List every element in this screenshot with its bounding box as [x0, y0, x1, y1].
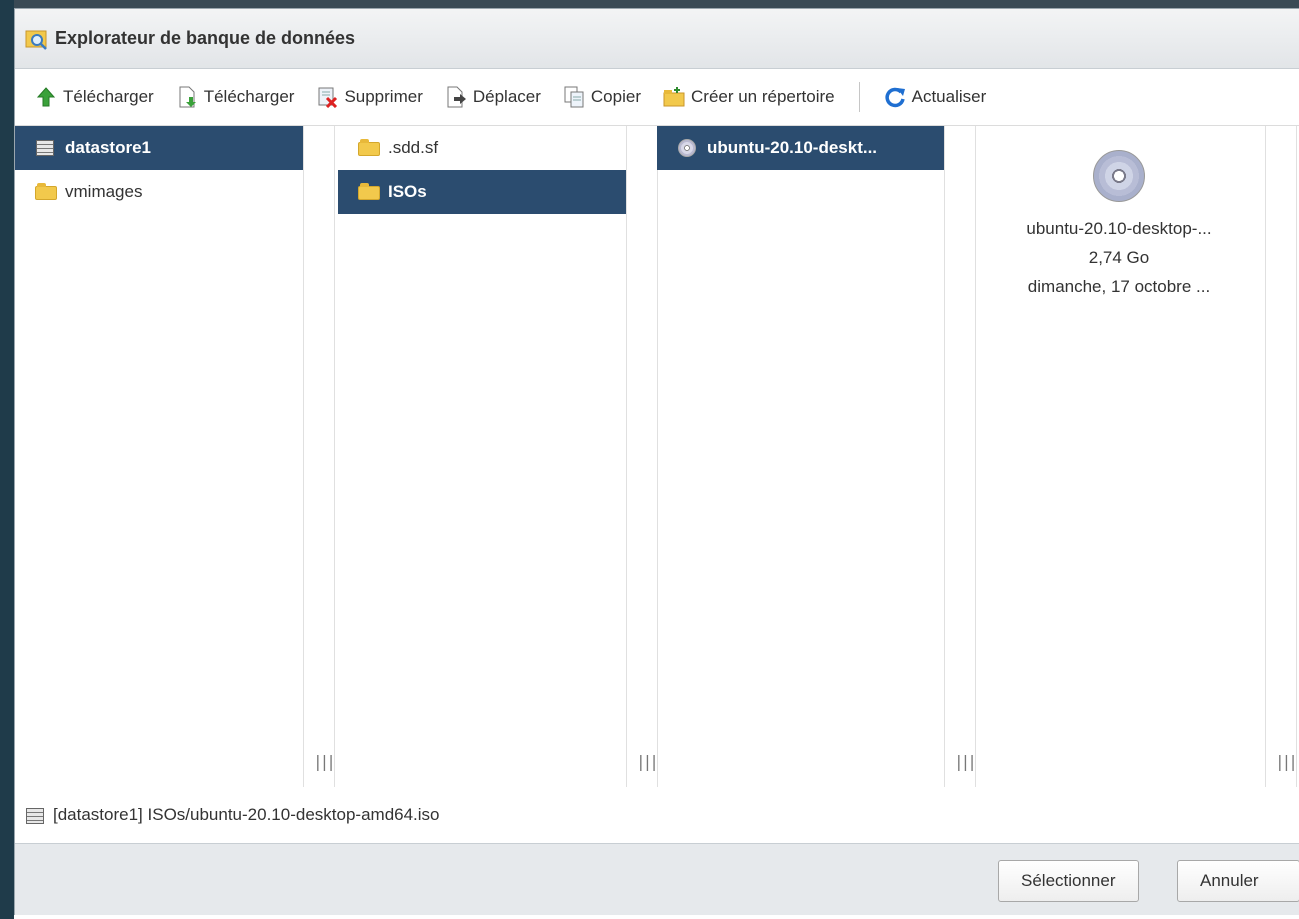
list-item[interactable]: ubuntu-20.10-deskt... [657, 126, 945, 170]
list-item-label: ISOs [388, 182, 427, 201]
column-resize-handle[interactable]: ||| [303, 126, 336, 787]
create-directory-label: Créer un répertoire [691, 87, 835, 106]
cancel-button[interactable]: Annuler [1177, 860, 1299, 902]
dialog-footer: Sélectionner Annuler [15, 844, 1299, 915]
list-item-label: datastore1 [65, 138, 151, 157]
dialog-titlebar: Explorateur de banque de données [15, 9, 1299, 69]
list-item-label: .sdd.sf [388, 138, 439, 157]
folders-column: .sdd.sf ISOs [334, 126, 626, 787]
list-item[interactable]: .sdd.sf [338, 126, 626, 170]
move-button[interactable]: Déplacer [445, 82, 541, 112]
selected-path: [datastore1] ISOs/ubuntu-20.10-desktop-a… [53, 805, 440, 824]
folder-icon [35, 183, 57, 201]
upload-button[interactable]: Télécharger [35, 82, 154, 112]
upload-label: Télécharger [63, 87, 154, 106]
copy-button[interactable]: Copier [563, 82, 641, 112]
resize-grip-icon: ||| [1275, 752, 1298, 771]
download-file-icon [176, 86, 198, 108]
resize-grip-icon: ||| [636, 752, 659, 771]
list-item-label: vmimages [65, 182, 143, 201]
datastore-icon [35, 139, 57, 157]
datastores-column: datastore1 vmimages [15, 126, 303, 787]
datastore-browser-icon [25, 27, 49, 51]
move-file-icon [445, 86, 467, 108]
folder-icon [358, 183, 380, 201]
move-label: Déplacer [472, 87, 541, 106]
file-preview-panel: ubuntu-20.10-desktop-... 2,74 Go dimanch… [973, 126, 1265, 787]
delete-label: Supprimer [344, 87, 423, 106]
delete-button[interactable]: Supprimer [316, 82, 423, 112]
files-column: ubuntu-20.10-deskt... [657, 126, 945, 787]
create-directory-button[interactable]: Créer un répertoire [663, 82, 835, 112]
datastore-icon [25, 807, 44, 824]
folder-icon [358, 139, 380, 157]
preview-file-size: 2,74 Go [1088, 248, 1150, 267]
upload-arrow-icon [35, 86, 57, 108]
column-resize-handle[interactable]: ||| [1265, 126, 1298, 787]
column-browser: datastore1 vmimages ||| .sdd.sf ISOs ||| [15, 125, 1299, 788]
resize-grip-icon: ||| [954, 752, 977, 771]
copy-file-icon [563, 86, 585, 108]
select-button[interactable]: Sélectionner [998, 860, 1139, 902]
column-resize-handle[interactable]: ||| [626, 126, 659, 787]
disc-icon [677, 139, 699, 157]
selected-path-bar: [datastore1] ISOs/ubuntu-20.10-desktop-a… [15, 787, 1299, 844]
list-item[interactable]: vmimages [15, 170, 303, 214]
dialog-title: Explorateur de banque de données [55, 28, 356, 48]
datastore-browser-dialog: Explorateur de banque de données Télécha… [14, 8, 1299, 915]
list-item-label: ubuntu-20.10-deskt... [707, 138, 878, 157]
copy-label: Copier [590, 87, 641, 106]
list-item[interactable]: ISOs [338, 170, 626, 214]
resize-grip-icon: ||| [313, 752, 336, 771]
list-item[interactable]: datastore1 [15, 126, 303, 170]
refresh-button[interactable]: Actualiser [884, 82, 987, 112]
column-resize-handle[interactable]: ||| [944, 126, 977, 787]
download-button[interactable]: Télécharger [176, 82, 295, 112]
download-label: Télécharger [203, 87, 295, 106]
preview-file-date: dimanche, 17 octobre ... [1027, 277, 1211, 296]
refresh-icon [884, 86, 906, 108]
disc-icon [1093, 150, 1145, 202]
toolbar-separator [858, 82, 860, 112]
background-window-edge [0, 0, 14, 919]
preview-file-name: ubuntu-20.10-desktop-... [1026, 219, 1212, 238]
new-folder-icon [663, 86, 685, 108]
toolbar: Télécharger Télécharger Supprimer Déplac… [15, 69, 1299, 125]
delete-file-icon [316, 86, 338, 109]
refresh-label: Actualiser [911, 87, 987, 106]
